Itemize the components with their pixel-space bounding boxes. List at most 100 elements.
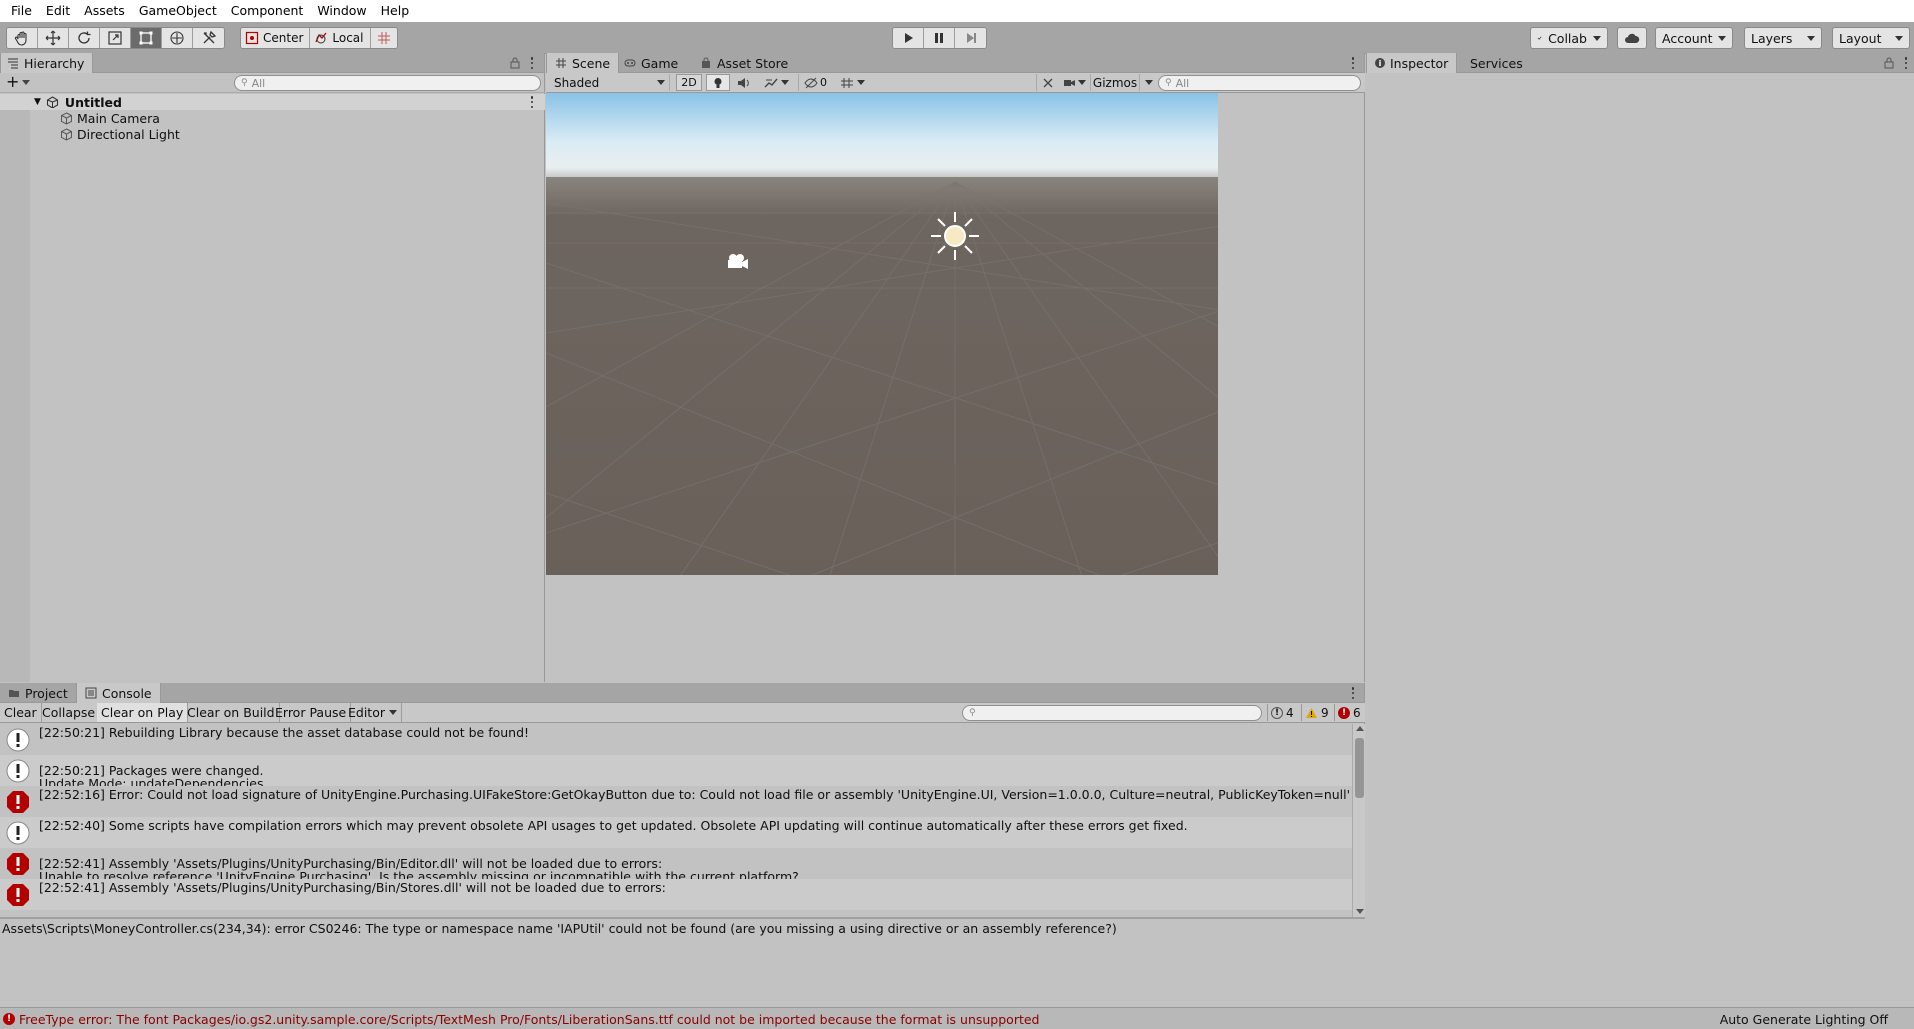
log-entry[interactable]: [22:52:40] Some scripts have compilation… — [0, 817, 1352, 848]
log-text: [22:52:41] Assembly 'Assets/Plugins/Unit… — [39, 856, 799, 879]
log-entry[interactable]: [22:50:21] Rebuilding Library because th… — [0, 724, 1352, 755]
menu-edit[interactable]: Edit — [39, 0, 77, 22]
scroll-up-icon[interactable] — [1356, 726, 1364, 731]
log-entry[interactable]: [22:52:16] Error: Could not load signatu… — [0, 786, 1352, 817]
hierarchy-item-main-camera[interactable]: Main Camera — [0, 110, 160, 126]
custom-tool-button[interactable] — [193, 28, 224, 48]
collab-dropdown[interactable]: Collab — [1530, 27, 1608, 49]
hierarchy-item-directional-light[interactable]: Directional Light — [0, 126, 180, 142]
gizmos-dropdown[interactable] — [1142, 74, 1156, 91]
scene-viewport[interactable] — [546, 93, 1218, 575]
pause-icon — [935, 33, 943, 43]
toggle-2d-button[interactable]: 2D — [676, 74, 702, 91]
scroll-down-icon[interactable] — [1356, 909, 1364, 914]
account-dropdown[interactable]: Account — [1655, 27, 1733, 49]
move-tool-button[interactable] — [38, 28, 69, 48]
layout-dropdown[interactable]: Layout — [1832, 27, 1910, 49]
hierarchy-search-input[interactable]: ⚲ All — [234, 75, 541, 91]
play-button[interactable] — [893, 28, 924, 48]
layers-dropdown[interactable]: Layers — [1744, 27, 1822, 49]
log-text: [22:52:40] Some scripts have compilation… — [39, 818, 1188, 833]
scene-more-icon[interactable] — [530, 96, 534, 108]
scene-tools-button[interactable] — [1036, 74, 1058, 91]
playmode-controls — [892, 27, 987, 49]
inspector-panel: i Inspector Services — [1366, 53, 1914, 1029]
console-search-input[interactable]: ⚲ — [962, 705, 1262, 721]
lighting-toggle[interactable] — [706, 74, 730, 91]
pivot-local-icon — [315, 32, 327, 44]
log-entry[interactable]: [22:52:41] Assembly 'Assets/Plugins/Unit… — [0, 848, 1352, 879]
tab-services[interactable]: Services — [1462, 53, 1531, 73]
effects-dropdown[interactable] — [758, 74, 794, 91]
scene-visibility-toggle[interactable]: 0 — [798, 74, 832, 91]
shading-mode-dropdown[interactable]: Shaded — [550, 74, 670, 91]
gameobject-cube-icon — [61, 111, 72, 125]
tab-scene-label: Scene — [572, 55, 611, 71]
tab-project[interactable]: Project — [0, 683, 76, 703]
lightbulb-icon — [714, 77, 722, 88]
scale-tool-button[interactable] — [100, 28, 131, 48]
error-pause-button[interactable]: Error Pause — [271, 703, 352, 722]
more-options-icon[interactable] — [1351, 687, 1355, 699]
scene-tabbar: Scene Game Asset Store — [546, 53, 1364, 73]
scene-row-untitled[interactable]: ▼ Untitled — [0, 94, 545, 110]
clear-button[interactable]: Clear — [0, 703, 42, 722]
create-dropdown[interactable]: + — [6, 74, 31, 90]
tab-scene[interactable]: Scene — [546, 53, 620, 73]
directional-light-gizmo[interactable] — [931, 212, 979, 260]
status-message[interactable]: FreeType error: The font Packages/io.gs2… — [19, 1012, 1040, 1027]
menu-bar: File Edit Assets GameObject Component Wi… — [0, 0, 1914, 22]
more-options-icon[interactable] — [530, 57, 534, 69]
log-entry[interactable]: [22:52:41] Assembly 'Assets/Plugins/Unit… — [0, 879, 1352, 910]
tab-hierarchy[interactable]: Hierarchy — [0, 53, 94, 73]
transform-tool-button[interactable] — [162, 28, 193, 48]
snap-increment-button[interactable] — [370, 28, 397, 48]
step-button[interactable] — [955, 28, 986, 48]
pivot-local-button[interactable]: Local — [310, 28, 371, 48]
info-count-toggle[interactable]: ! 4 — [1267, 704, 1297, 721]
menu-gameobject[interactable]: GameObject — [132, 0, 224, 22]
log-entry[interactable]: [22:50:21] Packages were changed. Update… — [0, 755, 1352, 786]
grid-dropdown[interactable] — [834, 74, 870, 91]
chevron-down-icon — [856, 80, 865, 85]
pivot-center-button[interactable]: Center — [241, 28, 311, 48]
scene-render — [546, 93, 1218, 575]
camera-settings-dropdown[interactable] — [1060, 74, 1088, 91]
collapse-button[interactable]: Collapse — [38, 703, 101, 722]
hierarchy-gutter — [0, 94, 30, 682]
menu-assets[interactable]: Assets — [77, 0, 132, 22]
scene-search-input[interactable]: ⚲ All — [1158, 75, 1361, 91]
console-scrollbar[interactable] — [1352, 724, 1365, 917]
clear-on-build-button[interactable]: Clear on Build — [183, 703, 280, 722]
menu-file[interactable]: File — [4, 0, 39, 22]
audio-toggle[interactable] — [732, 74, 756, 91]
gamepad-icon — [624, 59, 636, 67]
rotate-tool-button[interactable] — [69, 28, 100, 48]
menu-help[interactable]: Help — [374, 0, 417, 22]
clear-on-play-button[interactable]: Clear on Play — [97, 703, 189, 722]
tab-inspector[interactable]: i Inspector — [1366, 53, 1458, 73]
hand-tool-icon — [14, 31, 27, 46]
hand-tool-button[interactable] — [7, 28, 38, 48]
tab-console[interactable]: Console — [76, 683, 161, 703]
gizmos-button[interactable]: Gizmos — [1090, 74, 1140, 91]
chevron-down-icon — [1077, 80, 1086, 85]
warning-count-toggle[interactable]: 9 — [1301, 704, 1332, 721]
lock-icon[interactable] — [1884, 57, 1894, 69]
error-count-toggle[interactable]: ! 6 — [1334, 704, 1364, 721]
cloud-button[interactable] — [1617, 27, 1647, 49]
menu-window[interactable]: Window — [310, 0, 373, 22]
menu-component[interactable]: Component — [224, 0, 311, 22]
tab-asset-store[interactable]: Asset Store — [692, 53, 796, 73]
pause-button[interactable] — [924, 28, 955, 48]
editor-dropdown[interactable]: Editor — [344, 703, 402, 722]
more-options-icon[interactable] — [1904, 57, 1908, 69]
gizmos-label: Gizmos — [1092, 75, 1138, 90]
lock-icon[interactable] — [510, 57, 520, 69]
scroll-thumb[interactable] — [1355, 738, 1364, 798]
auto-generate-lighting-status[interactable]: Auto Generate Lighting Off — [1720, 1012, 1888, 1027]
rect-tool-button[interactable] — [131, 28, 162, 48]
more-options-icon[interactable] — [1351, 57, 1355, 69]
tab-game[interactable]: Game — [616, 53, 686, 73]
expand-arrow-icon[interactable]: ▼ — [34, 97, 41, 107]
